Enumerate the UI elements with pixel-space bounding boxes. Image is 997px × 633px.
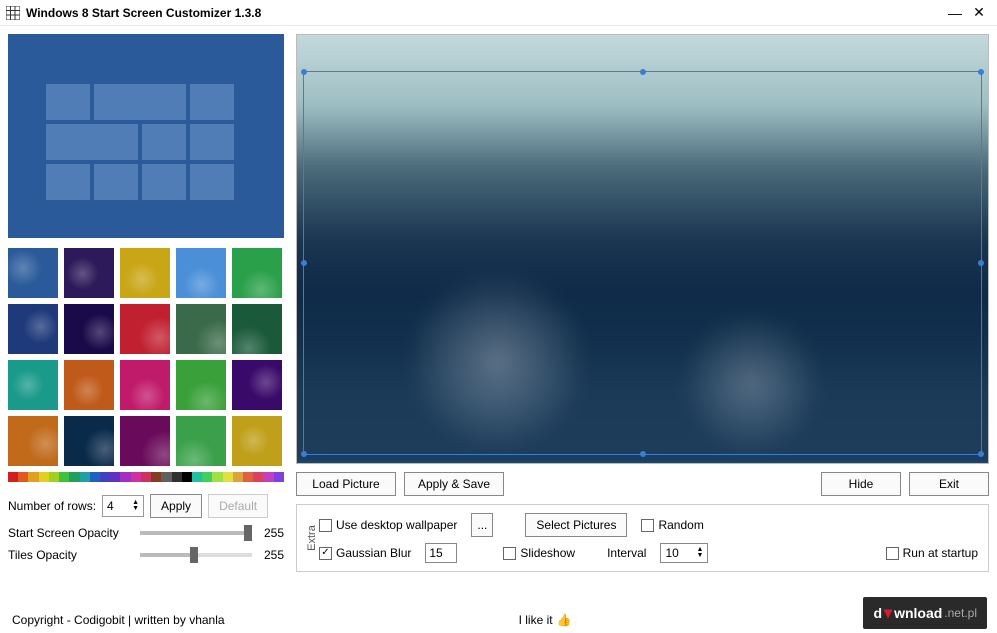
color-swatch-16[interactable]	[172, 472, 182, 482]
tiles-opacity-slider[interactable]	[140, 553, 252, 557]
picture-preview[interactable]	[296, 34, 989, 464]
theme-thumb-10[interactable]	[8, 360, 58, 410]
theme-thumb-6[interactable]	[64, 304, 114, 354]
theme-thumb-7[interactable]	[120, 304, 170, 354]
color-swatch-5[interactable]	[59, 472, 69, 482]
window-title: Windows 8 Start Screen Customizer 1.3.8	[26, 6, 943, 20]
color-swatch-0[interactable]	[8, 472, 18, 482]
theme-thumb-11[interactable]	[64, 360, 114, 410]
color-swatch-23[interactable]	[243, 472, 253, 482]
color-swatch-9[interactable]	[100, 472, 110, 482]
run-at-startup-checkbox[interactable]: Run at startup	[886, 546, 978, 560]
desktop-wallpaper-checkbox[interactable]: Use desktop wallpaper	[319, 518, 457, 532]
theme-thumb-3[interactable]	[176, 248, 226, 298]
color-swatch-8[interactable]	[90, 472, 100, 482]
color-swatch-22[interactable]	[233, 472, 243, 482]
color-swatch-4[interactable]	[49, 472, 59, 482]
rows-input[interactable]: 4 ▲▼	[102, 495, 144, 517]
copyright-text: Copyright - Codigobit | written by vhanl…	[12, 613, 225, 627]
browse-button[interactable]: ...	[471, 513, 493, 537]
crop-rectangle[interactable]	[303, 71, 982, 455]
thumbs-up-icon: 👍	[557, 613, 572, 627]
app-icon	[6, 6, 20, 20]
theme-thumb-14[interactable]	[232, 360, 282, 410]
theme-thumb-12[interactable]	[120, 360, 170, 410]
color-swatch-2[interactable]	[28, 472, 38, 482]
interval-input[interactable]: 10 ▲▼	[660, 543, 708, 563]
color-swatch-19[interactable]	[202, 472, 212, 482]
color-swatch-11[interactable]	[120, 472, 130, 482]
apply-save-button[interactable]: Apply & Save	[404, 472, 504, 496]
color-swatch-14[interactable]	[151, 472, 161, 482]
theme-thumb-4[interactable]	[232, 248, 282, 298]
color-swatch-24[interactable]	[253, 472, 263, 482]
screen-opacity-label: Start Screen Opacity	[8, 526, 128, 540]
hide-button[interactable]: Hide	[821, 472, 901, 496]
theme-thumb-13[interactable]	[176, 360, 226, 410]
theme-thumb-17[interactable]	[120, 416, 170, 466]
color-swatch-21[interactable]	[223, 472, 233, 482]
tiles-opacity-label: Tiles Opacity	[8, 548, 128, 562]
select-pictures-button[interactable]: Select Pictures	[525, 513, 627, 537]
color-swatch-3[interactable]	[39, 472, 49, 482]
apply-rows-button[interactable]: Apply	[150, 494, 202, 518]
color-swatch-13[interactable]	[141, 472, 151, 482]
theme-thumb-15[interactable]	[8, 416, 58, 466]
load-picture-button[interactable]: Load Picture	[296, 472, 396, 496]
color-swatch-20[interactable]	[212, 472, 222, 482]
color-swatch-17[interactable]	[182, 472, 192, 482]
color-swatch-25[interactable]	[263, 472, 273, 482]
color-swatch-6[interactable]	[69, 472, 79, 482]
theme-thumb-0[interactable]	[8, 248, 58, 298]
screen-opacity-value: 255	[264, 526, 284, 540]
random-checkbox[interactable]: Random	[641, 518, 703, 532]
rows-label: Number of rows:	[8, 499, 96, 513]
download-badge[interactable]: d▾wnload.net.pl	[863, 597, 987, 629]
start-screen-preview	[8, 34, 284, 238]
theme-thumb-9[interactable]	[232, 304, 282, 354]
minimize-button[interactable]: —	[943, 4, 967, 22]
screen-opacity-slider[interactable]	[140, 531, 252, 535]
extra-group-label: Extra	[306, 525, 318, 551]
gaussian-blur-checkbox[interactable]: ✓Gaussian Blur	[319, 546, 411, 560]
theme-thumb-1[interactable]	[64, 248, 114, 298]
theme-thumb-19[interactable]	[232, 416, 282, 466]
gaussian-value-input[interactable]	[425, 543, 457, 563]
close-button[interactable]: ✕	[967, 4, 991, 22]
color-swatch-7[interactable]	[80, 472, 90, 482]
color-swatch-12[interactable]	[131, 472, 141, 482]
like-button[interactable]: I like it 👍	[519, 613, 572, 627]
color-swatch-10[interactable]	[110, 472, 120, 482]
theme-thumb-18[interactable]	[176, 416, 226, 466]
tiles-opacity-value: 255	[264, 548, 284, 562]
color-swatch-18[interactable]	[192, 472, 202, 482]
color-swatch-1[interactable]	[18, 472, 28, 482]
exit-button[interactable]: Exit	[909, 472, 989, 496]
color-swatch-15[interactable]	[161, 472, 171, 482]
interval-label: Interval	[607, 546, 646, 560]
extra-group: Extra Use desktop wallpaper ... Select P…	[296, 504, 989, 572]
color-swatch-26[interactable]	[274, 472, 284, 482]
theme-thumb-16[interactable]	[64, 416, 114, 466]
slideshow-checkbox[interactable]: Slideshow	[503, 546, 575, 560]
theme-thumb-5[interactable]	[8, 304, 58, 354]
theme-thumb-8[interactable]	[176, 304, 226, 354]
default-button: Default	[208, 494, 268, 518]
download-arrow-icon: ▾	[884, 603, 892, 623]
theme-thumb-2[interactable]	[120, 248, 170, 298]
